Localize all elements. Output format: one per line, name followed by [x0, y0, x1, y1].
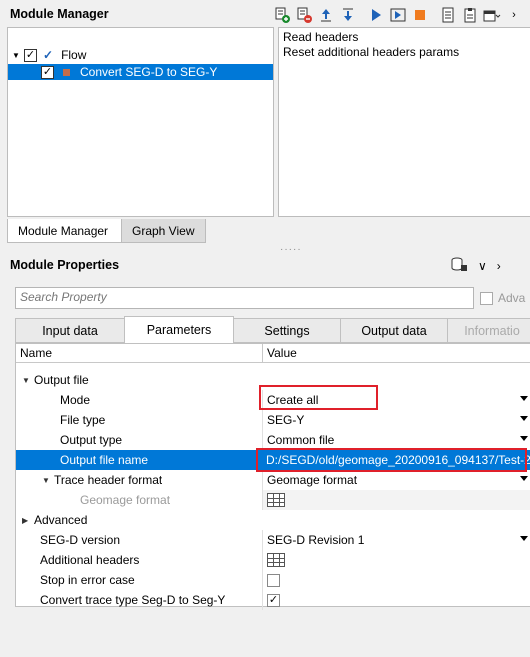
geomage-format-cell	[262, 490, 530, 510]
property-grid: Name Value ▼ Output file Mode Create all …	[15, 343, 530, 610]
module-properties-title: Module Properties	[10, 258, 120, 272]
row-label: Stop in error case	[40, 573, 135, 587]
row-seg-d-version[interactable]: SEG-D version SEG-D Revision 1	[16, 530, 530, 550]
remove-module-icon[interactable]	[294, 5, 314, 25]
row-advanced[interactable]: ▶ Advanced	[16, 510, 530, 530]
tree-item-flow[interactable]: ▼ ✓ ✓ Flow	[8, 47, 273, 63]
clipboard-icon[interactable]	[460, 5, 480, 25]
stop-in-error-cell	[262, 570, 530, 590]
window-options-icon[interactable]	[482, 5, 502, 25]
row-label: Trace header format	[54, 473, 163, 487]
dropdown-arrow-icon[interactable]	[520, 436, 528, 441]
convert-trace-type-checkbox[interactable]: ✓	[267, 593, 280, 607]
run-step-icon[interactable]	[388, 5, 408, 25]
row-label: File type	[60, 413, 106, 427]
property-tabs: Input data Parameters Settings Output da…	[15, 316, 530, 343]
stop-icon[interactable]	[410, 5, 430, 25]
row-stop-in-error-case[interactable]: Stop in error case	[16, 570, 530, 590]
flow-checkbox[interactable]: ✓	[24, 48, 37, 62]
database-icon[interactable]	[450, 256, 468, 275]
row-trace-header-format[interactable]: ▼ Trace header format Geomage format	[16, 470, 530, 490]
row-file-type[interactable]: File type SEG-Y	[16, 410, 530, 430]
file-type-select[interactable]: SEG-Y	[262, 410, 530, 430]
module-manager-title: Module Manager	[10, 7, 109, 21]
column-header-name[interactable]: Name	[16, 344, 262, 363]
dropdown-arrow-icon[interactable]	[520, 396, 528, 401]
tab-output-data[interactable]: Output data	[340, 318, 448, 343]
log-icon[interactable]	[438, 5, 458, 25]
row-label: Mode	[60, 393, 91, 407]
move-up-icon[interactable]	[316, 5, 336, 25]
tree-item-label: Convert SEG-D to SEG-Y	[80, 65, 218, 79]
dropdown-arrow-icon[interactable]	[520, 416, 528, 421]
row-convert-trace-type[interactable]: Convert trace type Seg-D to Seg-Y ✓	[16, 590, 530, 610]
row-label: Output file name	[60, 453, 149, 467]
tab-settings[interactable]: Settings	[233, 318, 341, 343]
row-label: Geomage format	[80, 493, 171, 507]
trace-header-format-select[interactable]: Geomage format	[262, 470, 530, 490]
tree-item-label: Flow	[61, 48, 87, 62]
collapse-icon[interactable]: ▼	[12, 51, 20, 60]
row-label: Convert trace type Seg-D to Seg-Y	[40, 593, 226, 607]
chevron-right-icon[interactable]: ›	[497, 259, 501, 273]
module-manager-toolbar: ›	[272, 4, 524, 26]
row-label: Output type	[60, 433, 123, 447]
expander-open-icon[interactable]: ▼	[22, 376, 34, 385]
output-type-select[interactable]: Common file	[262, 430, 530, 450]
row-geomage-format: Geomage format	[16, 490, 530, 510]
tab-information: Informatio	[447, 318, 530, 343]
seg-d-version-select[interactable]: SEG-D Revision 1	[262, 530, 530, 550]
tab-input-data[interactable]: Input data	[15, 318, 125, 343]
row-additional-headers[interactable]: Additional headers	[16, 550, 530, 570]
move-down-icon[interactable]	[338, 5, 358, 25]
tab-module-manager[interactable]: Module Manager	[7, 219, 122, 243]
row-label: SEG-D version	[40, 533, 121, 547]
convert-trace-type-cell: ✓	[262, 590, 530, 610]
chevron-right-icon[interactable]: ›	[504, 5, 524, 25]
table-icon[interactable]	[267, 553, 285, 567]
additional-headers-cell[interactable]	[262, 550, 530, 570]
search-input[interactable]: Search Property	[15, 287, 474, 309]
dropdown-arrow-icon[interactable]	[520, 536, 528, 541]
seg-d-version-value: SEG-D Revision 1	[267, 533, 365, 547]
file-type-value: SEG-Y	[267, 413, 305, 427]
highlight-mode	[259, 385, 378, 410]
properties-toolbar: ∨ ›	[450, 256, 501, 275]
row-label: Output file	[34, 373, 89, 387]
convert-checkbox[interactable]: ✓	[41, 65, 54, 79]
trace-header-format-value: Geomage format	[267, 473, 358, 487]
info-line: Read headers	[283, 30, 359, 44]
chevron-down-icon[interactable]: ∨	[478, 259, 487, 273]
expander-closed-icon[interactable]: ▶	[22, 516, 34, 525]
advanced-label: Adva	[498, 291, 526, 305]
table-icon	[267, 493, 285, 507]
row-label: Additional headers	[40, 553, 140, 567]
add-module-icon[interactable]	[272, 5, 292, 25]
module-info-panel: Read headers Reset additional headers pa…	[278, 27, 530, 217]
module-status-icon	[63, 68, 70, 76]
stop-in-error-checkbox[interactable]	[267, 573, 280, 587]
advanced-toggle[interactable]: Adva	[480, 291, 525, 305]
dropdown-arrow-icon[interactable]	[520, 476, 528, 481]
module-tree: ▼ ✓ ✓ Flow ✓ Convert SEG-D to SEG-Y	[7, 27, 274, 217]
run-icon[interactable]	[366, 5, 386, 25]
expander-open-icon[interactable]: ▼	[42, 476, 54, 485]
check-icon: ✓	[43, 48, 54, 62]
row-label: Advanced	[34, 513, 88, 527]
tab-graph-view[interactable]: Graph View	[122, 219, 206, 243]
manager-tabs: Module Manager Graph View	[7, 219, 206, 243]
advanced-checkbox[interactable]	[480, 291, 493, 305]
column-header-value[interactable]: Value	[262, 344, 530, 363]
splitter-handle[interactable]: ·····	[280, 244, 302, 255]
tree-item-convert[interactable]: ✓ Convert SEG-D to SEG-Y	[8, 64, 273, 80]
output-type-value: Common file	[267, 433, 335, 447]
highlight-output-file-name	[256, 448, 527, 472]
info-line: Reset additional headers params	[283, 45, 460, 59]
tab-parameters[interactable]: Parameters	[124, 316, 234, 343]
row-output-type[interactable]: Output type Common file	[16, 430, 530, 450]
